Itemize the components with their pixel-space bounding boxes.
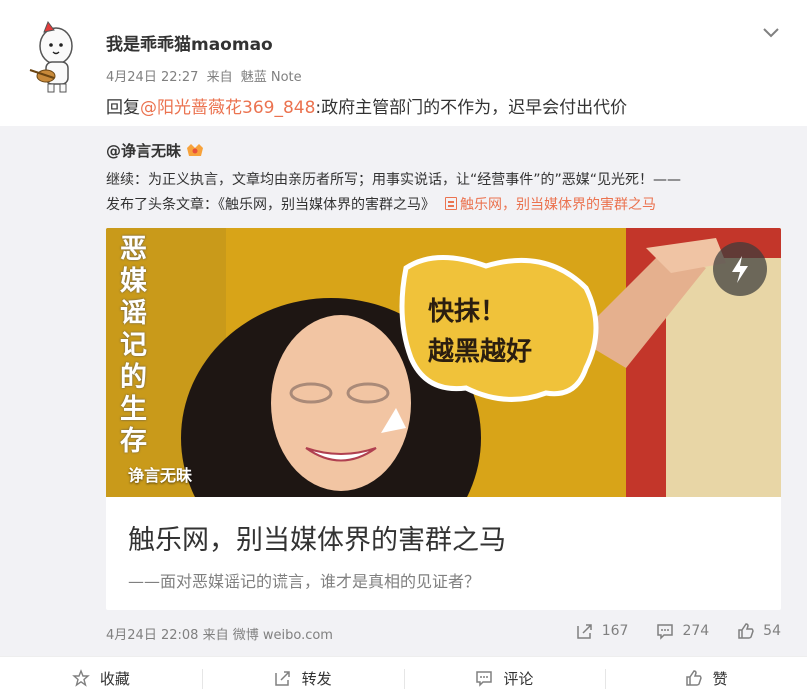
repost-label: 转发: [301, 669, 332, 688]
like-icon: [685, 670, 702, 686]
post-author[interactable]: 我是乖乖猫maomao: [106, 30, 273, 55]
card-source-label: 诤言无昧: [128, 466, 193, 485]
post-meta: 4月24日 22:27 来自 魅蓝 Note: [106, 66, 306, 85]
cat-avatar-icon: [29, 20, 73, 93]
comment-icon: [476, 671, 493, 687]
lightning-icon[interactable]: [713, 242, 767, 296]
avatar[interactable]: [26, 18, 88, 98]
repost-block: @诤言无昧 继续：为正义执言，文章均由亲历者所写；用事实说话，让“经营事件”的”…: [0, 126, 807, 656]
favorite-button[interactable]: 收藏: [0, 657, 202, 699]
repost-author: @诤言无昧: [106, 140, 205, 161]
action-bar: 收藏 转发 评论 赞: [0, 656, 807, 699]
repost-meta: 4月24日 22:08 来自 微博 weibo.com: [106, 624, 333, 643]
article-title[interactable]: 触乐网，别当媒体界的害群之马: [128, 518, 506, 557]
comment-icon: [657, 624, 674, 640]
post-from-label: 来自: [206, 70, 233, 85]
like-count: 54: [763, 623, 781, 639]
repost-text-line2: 发布了头条文章：《触乐网，别当媒体界的害群之马》: [106, 197, 435, 213]
comment-count-button[interactable]: 274: [656, 622, 709, 640]
post-text: 回复@阳光蔷薇花369_848:政府主管部门的不作为，迟早会付出代价: [106, 93, 627, 118]
reply-text: :政府主管部门的不作为，迟早会付出代价: [315, 98, 628, 118]
image-bubble-text: 快抹！ 越黑越好: [428, 292, 532, 372]
star-icon: [71, 669, 90, 687]
article-cover-image[interactable]: 恶媒谣记的生存 快抹！ 越黑越好 诤言无昧: [106, 228, 781, 497]
article-card[interactable]: 恶媒谣记的生存 快抹！ 越黑越好 诤言无昧 触乐网，别当媒体界的害群之马 ——面…: [106, 228, 781, 610]
repost-from-label: 来自: [202, 628, 229, 643]
chevron-down-icon[interactable]: [761, 22, 781, 42]
post-source[interactable]: 魅蓝 Note: [241, 70, 302, 85]
repost-source[interactable]: 微博 weibo.com: [233, 628, 333, 643]
post-date[interactable]: 4月24日 22:27: [106, 70, 198, 85]
weibo-post: 我是乖乖猫maomao 4月24日 22:27 来自 魅蓝 Note 回复@阳光…: [0, 0, 807, 656]
like-label: 赞: [712, 669, 728, 688]
repost-count-button[interactable]: 167: [576, 622, 629, 640]
comment-button[interactable]: 评论: [403, 657, 606, 699]
repost-icon: [274, 671, 290, 686]
repost-date[interactable]: 4月24日 22:08: [106, 628, 198, 643]
vip-badge-icon[interactable]: [185, 142, 205, 158]
article-subtitle: ——面对恶媒谣记的谎言，谁才是真相的见证者？: [128, 572, 481, 591]
repost-button[interactable]: 转发: [201, 657, 404, 699]
favorite-label: 收藏: [99, 669, 130, 688]
like-button[interactable]: 赞: [605, 657, 807, 699]
bubble-line2: 越黑越好: [428, 337, 533, 367]
like-count-button[interactable]: 54: [737, 622, 781, 640]
repost-text: 继续：为正义执言，文章均由亲历者所写；用事实说话，让“经营事件”的”恶媒“见光死…: [106, 168, 786, 218]
repost-text-line1: 继续：为正义执言，文章均由亲历者所写；用事实说话，让“经营事件”的”恶媒“见光死…: [106, 172, 682, 188]
repost-text-line2-wrap: 发布了头条文章：《触乐网，别当媒体界的害群之马》 触乐网，别当媒体界的害群之马: [106, 193, 786, 218]
article-icon: [445, 197, 457, 210]
repost-icon: [576, 624, 592, 639]
reply-prefix: 回复: [106, 98, 140, 118]
repost-count: 167: [601, 623, 629, 639]
bubble-line1: 快抹！: [428, 297, 507, 327]
comment-label: 评论: [503, 669, 534, 688]
comment-count: 274: [682, 623, 710, 639]
article-link[interactable]: 触乐网，别当媒体界的害群之马: [460, 197, 656, 213]
like-icon: [738, 623, 754, 639]
repost-author-link[interactable]: @诤言无昧: [106, 142, 181, 160]
reply-mention-link[interactable]: @阳光蔷薇花369_848: [140, 98, 315, 118]
repost-stats: 167 274 54: [576, 622, 781, 640]
image-vertical-text: 恶媒谣记的生存: [120, 234, 147, 457]
